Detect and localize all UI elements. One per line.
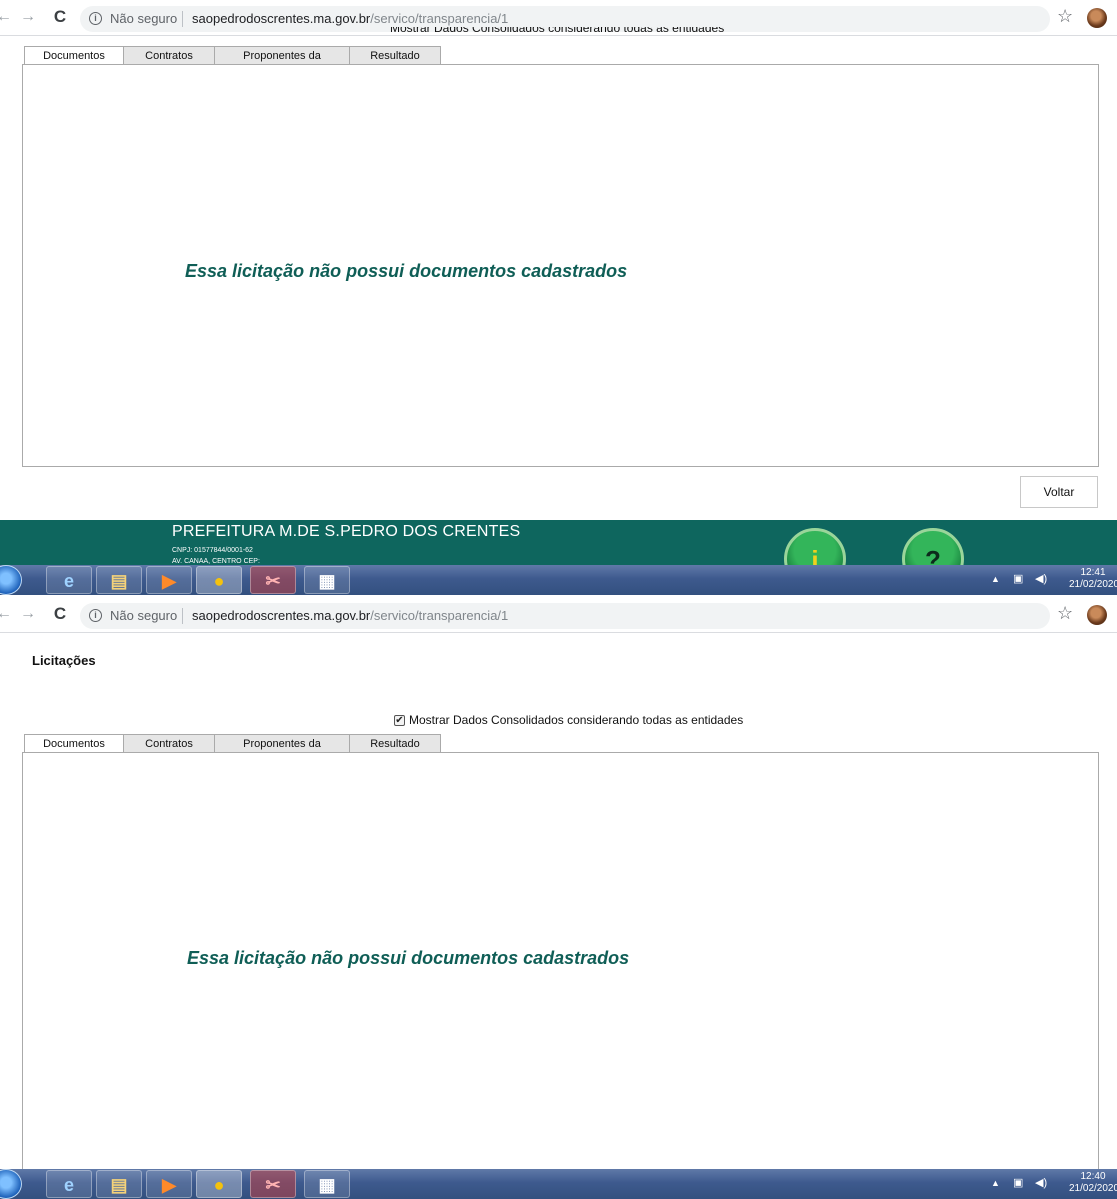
browser-toolbar: ← → C i Não seguro saopedrodoscrentes.ma… — [0, 597, 1117, 633]
tab-contratos[interactable]: Contratos — [123, 734, 215, 753]
back-arrow-icon[interactable]: ← — [0, 7, 14, 27]
volume-icon[interactable]: ◀) — [1035, 1176, 1047, 1189]
tab-resultado[interactable]: Resultado — [349, 734, 441, 753]
media-player-icon[interactable]: ▶ — [146, 566, 192, 594]
info-icon[interactable]: i — [89, 12, 102, 25]
footer-address: AV. CANAA, CENTRO CEP: — [172, 558, 260, 565]
back-arrow-icon[interactable]: ← — [0, 604, 14, 624]
voltar-button[interactable]: Voltar — [1020, 476, 1098, 508]
network-icon[interactable]: ▣ — [1013, 572, 1023, 585]
bookmark-star-icon[interactable]: ☆ — [1057, 603, 1073, 624]
url-text[interactable]: saopedrodoscrentes.ma.gov.br/servico/tra… — [192, 608, 508, 623]
system-tray: ▲ ▣ ◀) 12:40 21/02/2020 — [987, 1169, 1117, 1199]
url-host: saopedrodoscrentes.ma.gov.br — [192, 608, 371, 623]
documents-panel: Essa licitação não possui documentos cad… — [22, 752, 1099, 1172]
page-title: Licitações — [32, 653, 96, 668]
tab-proponentes[interactable]: Proponentes da Licitação — [214, 734, 350, 769]
url-host: saopedrodoscrentes.ma.gov.br — [192, 11, 371, 26]
tab-contratos[interactable]: Contratos — [123, 46, 215, 65]
network-icon[interactable]: ▣ — [1013, 1176, 1023, 1189]
file-explorer-icon[interactable]: ▤ — [96, 566, 142, 594]
url-text[interactable]: saopedrodoscrentes.ma.gov.br/servico/tra… — [192, 11, 508, 26]
start-button-icon[interactable] — [0, 565, 22, 595]
snipping-tool-icon[interactable]: ✂ — [250, 566, 296, 594]
security-label: Não seguro — [110, 608, 178, 623]
screenshot-bottom: ← → C i Não seguro saopedrodoscrentes.ma… — [0, 597, 1117, 1199]
address-bar[interactable]: i Não seguro saopedrodoscrentes.ma.gov.b… — [80, 603, 1050, 629]
bookmark-star-icon[interactable]: ☆ — [1057, 6, 1073, 27]
url-path: /servico/transparencia/1 — [370, 608, 509, 623]
clock-time: 12:40 — [1080, 1171, 1106, 1182]
internet-explorer-icon[interactable]: e — [46, 566, 92, 594]
chrome-icon[interactable]: ● — [196, 1170, 242, 1198]
tab-bar: Documentos Contratos Proponentes da Lici… — [24, 734, 441, 769]
site-footer: PREFEITURA M.DE S.PEDRO DOS CRENTES CNPJ… — [0, 520, 1117, 590]
reload-icon[interactable]: C — [50, 7, 70, 27]
security-label: Não seguro — [110, 11, 178, 26]
tray-expand-icon[interactable]: ▲ — [991, 1178, 1000, 1188]
clock[interactable]: 12:40 21/02/2020 — [1069, 1171, 1117, 1195]
reload-icon[interactable]: C — [50, 604, 70, 624]
forward-arrow-icon[interactable]: → — [18, 7, 38, 27]
footer-cnpj: CNPJ: 01577844/0001-62 — [172, 547, 253, 554]
tab-documentos[interactable]: Documentos — [24, 734, 124, 754]
media-player-icon[interactable]: ▶ — [146, 1170, 192, 1198]
url-path: /servico/transparencia/1 — [370, 11, 509, 26]
consolidated-label-clipped: Mostrar Dados Consolidados considerando … — [390, 27, 725, 35]
start-button-icon[interactable] — [0, 1169, 22, 1199]
address-divider — [182, 11, 183, 27]
info-icon[interactable]: i — [89, 609, 102, 622]
clock-date: 21/02/2020 — [1069, 579, 1117, 590]
documents-panel: Essa licitação não possui documentos cad… — [22, 64, 1099, 467]
internet-explorer-icon[interactable]: e — [46, 1170, 92, 1198]
clock-date: 21/02/2020 — [1069, 1183, 1117, 1194]
snipping-tool-icon[interactable]: ✂ — [250, 1170, 296, 1198]
profile-avatar[interactable] — [1087, 8, 1107, 28]
tray-expand-icon[interactable]: ▲ — [991, 574, 1000, 584]
footer-org-name: PREFEITURA M.DE S.PEDRO DOS CRENTES — [172, 523, 521, 540]
tab-resultado[interactable]: Resultado — [349, 46, 441, 65]
empty-message: Essa licitação não possui documentos cad… — [185, 261, 628, 281]
clock-time: 12:41 — [1080, 567, 1106, 578]
windows-taskbar: e ▤ ▶ ● ✂ ▦ ▲ ▣ ◀) 12:41 21/02/2020 — [0, 565, 1117, 595]
consolidated-checkbox-row[interactable]: ✔ Mostrar Dados Consolidados considerand… — [394, 713, 743, 727]
clock[interactable]: 12:41 21/02/2020 — [1069, 567, 1117, 591]
tab-bar: Documentos Contratos Proponentes da Lici… — [24, 46, 441, 81]
screenshot-top: ← → C i Não seguro saopedrodoscrentes.ma… — [0, 0, 1117, 595]
tab-proponentes[interactable]: Proponentes da Licitação — [214, 46, 350, 81]
consolidated-label: Mostrar Dados Consolidados considerando … — [409, 713, 744, 727]
windows-taskbar: e ▤ ▶ ● ✂ ▦ ▲ ▣ ◀) 12:40 21/02/2020 — [0, 1169, 1117, 1199]
writer-document-icon[interactable]: ▦ — [304, 566, 350, 594]
empty-message: Essa licitação não possui documentos cad… — [187, 948, 630, 968]
tab-documentos[interactable]: Documentos — [24, 46, 124, 66]
system-tray: ▲ ▣ ◀) 12:41 21/02/2020 — [987, 565, 1117, 595]
writer-document-icon[interactable]: ▦ — [304, 1170, 350, 1198]
consolidated-checkbox[interactable]: ✔ — [394, 714, 405, 726]
file-explorer-icon[interactable]: ▤ — [96, 1170, 142, 1198]
profile-avatar[interactable] — [1087, 605, 1107, 625]
address-divider — [182, 608, 183, 624]
chrome-icon[interactable]: ● — [196, 566, 242, 594]
forward-arrow-icon[interactable]: → — [18, 604, 38, 624]
volume-icon[interactable]: ◀) — [1035, 572, 1047, 585]
